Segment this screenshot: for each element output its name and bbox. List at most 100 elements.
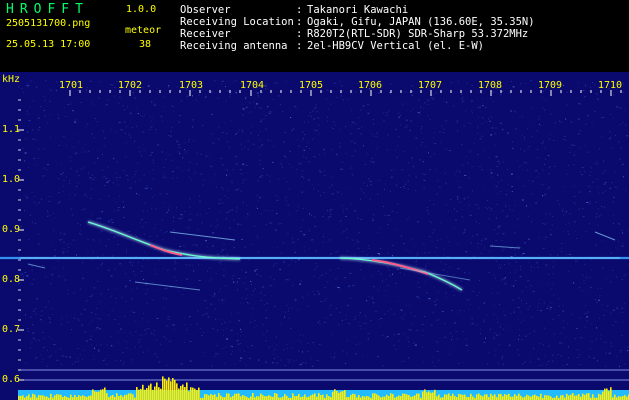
noise-speck xyxy=(162,162,164,164)
noise-speck xyxy=(446,255,448,257)
level-meter-bar xyxy=(618,396,620,400)
noise-speck xyxy=(498,225,501,227)
noise-speck xyxy=(503,278,505,280)
level-meter-bar xyxy=(478,393,480,400)
noise-speck xyxy=(247,302,250,304)
noise-speck xyxy=(221,251,222,253)
noise-speck xyxy=(170,340,172,342)
noise-speck xyxy=(613,117,615,119)
noise-speck xyxy=(373,214,375,216)
noise-speck xyxy=(77,182,79,184)
noise-speck xyxy=(183,245,185,247)
noise-speck xyxy=(618,241,619,243)
noise-speck xyxy=(67,289,68,291)
level-meter-bar xyxy=(302,396,304,400)
noise-speck xyxy=(300,334,302,336)
noise-speck xyxy=(134,320,136,322)
noise-speck xyxy=(214,173,216,175)
noise-speck xyxy=(369,198,371,200)
noise-speck xyxy=(164,232,166,233)
level-meter-bar xyxy=(118,396,120,400)
noise-speck xyxy=(622,278,623,280)
noise-speck xyxy=(54,217,56,219)
noise-speck xyxy=(176,177,178,179)
noise-speck xyxy=(147,350,149,351)
noise-speck xyxy=(43,175,45,177)
noise-speck xyxy=(280,222,282,224)
noise-speck xyxy=(332,332,334,334)
noise-speck xyxy=(405,91,407,93)
noise-speck xyxy=(189,359,192,361)
noise-speck xyxy=(611,182,613,184)
noise-speck xyxy=(300,227,302,229)
noise-speck xyxy=(627,350,629,352)
noise-speck xyxy=(89,296,91,297)
noise-speck xyxy=(427,99,429,101)
noise-speck xyxy=(190,360,192,362)
noise-speck xyxy=(236,210,238,212)
level-meter-bar xyxy=(492,395,494,400)
freq-tick-label: 1.0 xyxy=(2,174,21,185)
noise-speck xyxy=(62,185,64,187)
noise-speck xyxy=(516,159,518,161)
noise-speck xyxy=(54,249,56,251)
noise-speck xyxy=(396,212,398,213)
noise-speck xyxy=(590,87,592,89)
noise-speck xyxy=(171,105,174,107)
noise-speck xyxy=(452,290,454,292)
noise-speck xyxy=(429,200,431,202)
noise-speck xyxy=(621,307,623,309)
level-meter-bar xyxy=(498,394,500,400)
noise-speck xyxy=(61,355,64,357)
noise-speck xyxy=(584,263,586,265)
level-meter-bar xyxy=(102,389,104,400)
noise-speck xyxy=(621,334,623,336)
noise-speck xyxy=(408,329,410,331)
noise-speck xyxy=(108,195,110,197)
noise-speck xyxy=(247,213,249,215)
noise-speck xyxy=(549,166,551,168)
noise-speck xyxy=(625,124,627,126)
noise-speck xyxy=(320,301,322,302)
noise-speck xyxy=(371,158,373,159)
noise-speck xyxy=(352,175,354,177)
noise-speck xyxy=(304,250,306,252)
noise-speck xyxy=(622,312,624,313)
noise-speck xyxy=(504,314,506,316)
noise-speck xyxy=(429,169,432,171)
noise-speck xyxy=(449,287,451,288)
noise-speck xyxy=(245,106,248,108)
noise-speck xyxy=(35,357,38,359)
noise-speck xyxy=(193,140,195,142)
noise-speck xyxy=(566,363,568,365)
noise-speck xyxy=(403,185,405,187)
level-meter-bar xyxy=(620,396,622,400)
noise-speck xyxy=(602,255,604,257)
noise-speck xyxy=(559,180,561,181)
noise-speck xyxy=(433,229,435,231)
noise-speck xyxy=(456,122,458,124)
noise-speck xyxy=(451,310,453,311)
noise-speck xyxy=(123,217,125,218)
noise-speck xyxy=(151,188,153,190)
noise-speck xyxy=(391,170,393,171)
level-meter-bar xyxy=(84,396,86,400)
noise-speck xyxy=(421,142,424,143)
noise-speck xyxy=(465,110,466,112)
noise-speck xyxy=(200,173,203,175)
noise-speck xyxy=(26,275,29,277)
noise-speck xyxy=(99,217,101,219)
noise-speck xyxy=(86,340,88,342)
noise-speck xyxy=(139,222,141,224)
noise-speck xyxy=(558,315,560,316)
noise-speck xyxy=(453,226,455,228)
noise-speck xyxy=(103,137,106,139)
level-meter-bar xyxy=(512,396,514,400)
noise-speck xyxy=(496,317,498,319)
noise-speck xyxy=(126,126,127,128)
noise-speck xyxy=(35,313,37,315)
noise-speck xyxy=(179,153,181,155)
noise-speck xyxy=(299,363,302,365)
noise-speck xyxy=(376,148,378,150)
noise-speck xyxy=(513,110,515,112)
